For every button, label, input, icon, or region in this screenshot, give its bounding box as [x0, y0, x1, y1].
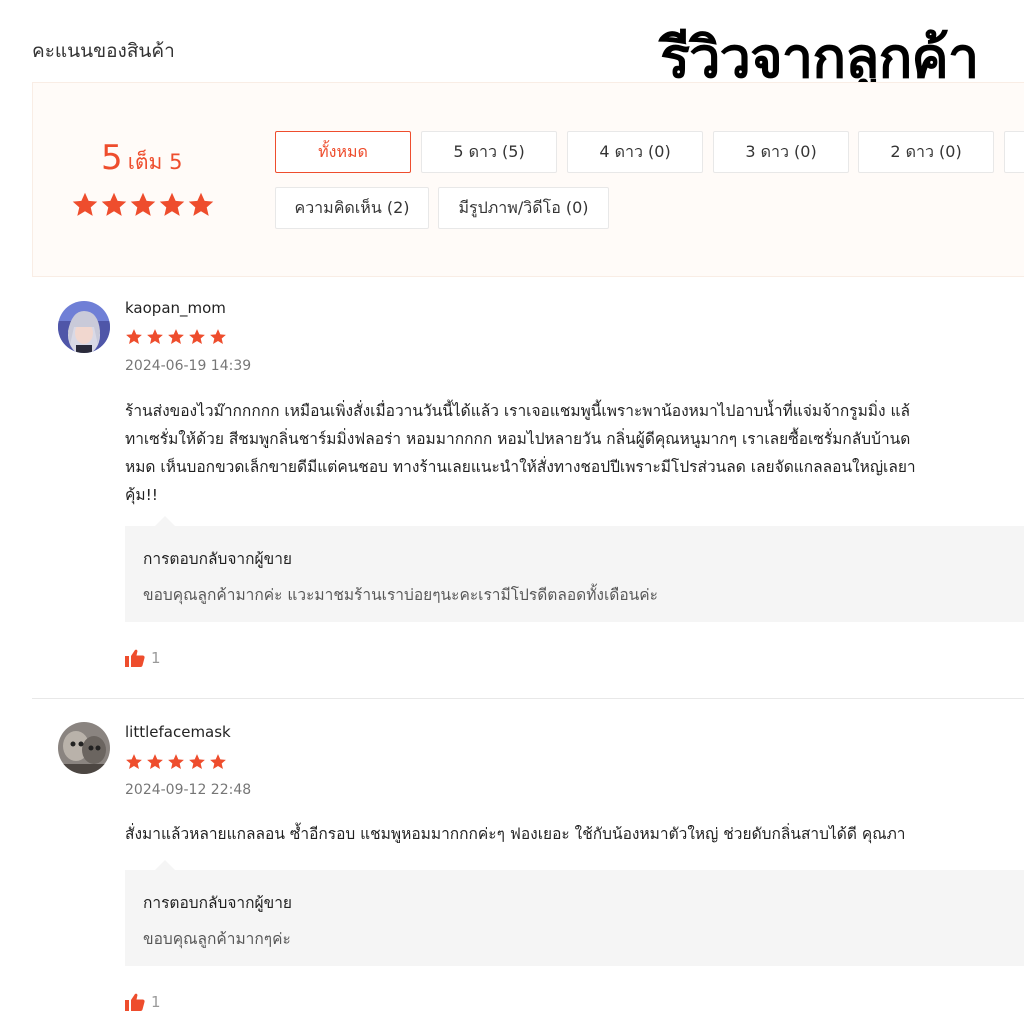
filter-5-stars[interactable]: 5 ดาว (5) — [421, 131, 557, 173]
star-icon — [126, 329, 142, 344]
star-icon — [147, 754, 163, 769]
filter-with-media[interactable]: มีรูปภาพ/วิดีโอ (0) — [438, 187, 609, 229]
review-datetime: 2024-09-12 22:48 — [125, 782, 252, 798]
score-value: 5 — [101, 138, 123, 178]
filter-all[interactable]: ทั้งหมด — [275, 131, 411, 173]
star-icon — [126, 754, 142, 769]
like-count: 1 — [151, 649, 161, 667]
comment-line: ร้านส่งของไวม๊ากกกกก เหมือนเพิ่งสั่งเมื่… — [125, 402, 911, 420]
reply-text: ขอบคุณลูกค้ามากๆค่ะ — [143, 930, 291, 948]
star-icon — [101, 192, 127, 216]
filter-4-stars[interactable]: 4 ดาว (0) — [567, 131, 703, 173]
filter-3-stars[interactable]: 3 ดาว (0) — [713, 131, 849, 173]
user-avatar-icon — [58, 301, 110, 353]
reply-text: ขอบคุณลูกค้ามากค่ะ แวะมาชมร้านเราบ่อยๆนะ… — [143, 586, 658, 604]
overall-score: 5 เต็ม 5 — [101, 138, 182, 179]
avatar[interactable] — [58, 301, 110, 353]
like-button[interactable]: 1 — [125, 649, 161, 667]
thumbs-up-icon — [125, 993, 145, 1011]
thumbs-up-icon — [125, 649, 145, 667]
comment-line: ทาเซรั่มให้ด้วย สีชมพูกลิ่นชาร์มมิ่งฟลอร… — [125, 430, 911, 448]
review-divider — [32, 698, 1024, 699]
user-avatar-icon — [58, 722, 110, 774]
comment-line: คุ้ม!! — [125, 486, 159, 504]
star-icon — [210, 754, 226, 769]
comment-line: สั่งมาแล้วหลายแกลลอน ซ้ำอีกรอบ แชมพูหอมม… — [125, 825, 906, 843]
star-icon — [168, 754, 184, 769]
score-suffix: เต็ม 5 — [127, 150, 183, 174]
review-stars — [125, 753, 227, 771]
star-icon — [189, 329, 205, 344]
star-icon — [147, 329, 163, 344]
rating-summary: 5 เต็ม 5 ทั้งหมด 5 ดาว (5) 4 ดาว (0) 3 ด… — [32, 82, 1024, 277]
seller-reply: การตอบกลับจากผู้ขาย ขอบคุณลูกค้ามากๆค่ะ — [125, 860, 1024, 966]
star-icon — [168, 329, 184, 344]
star-icon — [189, 754, 205, 769]
review-item: littlefacemask 2024-09-12 22:48 สั่งมาแล… — [32, 718, 1024, 1024]
review-comment: ร้านส่งของไวม๊ากกกกก เหมือนเพิ่งสั่งเมื่… — [125, 397, 1024, 509]
reply-arrow — [155, 860, 175, 870]
seller-reply: การตอบกลับจากผู้ขาย ขอบคุณลูกค้ามากค่ะ แ… — [125, 516, 1024, 622]
star-icon — [130, 192, 156, 216]
avatar[interactable] — [58, 722, 110, 774]
overall-stars — [71, 191, 215, 219]
review-item: kaopan_mom 2024-06-19 14:39 ร้านส่งของไว… — [32, 295, 1024, 695]
section-title: คะแนนของสินค้า — [32, 40, 175, 62]
review-datetime: 2024-06-19 14:39 — [125, 358, 252, 374]
filter-with-comments[interactable]: ความคิดเห็น (2) — [275, 187, 429, 229]
star-icon — [159, 192, 185, 216]
comment-line: หมด เห็นบอกขวดเล็กขายดีมีแต่คนชอบ ทางร้า… — [125, 458, 916, 476]
star-icon — [72, 192, 98, 216]
filter-2-stars[interactable]: 2 ดาว (0) — [858, 131, 994, 173]
star-icon — [188, 192, 214, 216]
reply-title: การตอบกลับจากผู้ขาย — [143, 894, 292, 912]
review-comment: สั่งมาแล้วหลายแกลลอน ซ้ำอีกรอบ แชมพูหอมม… — [125, 820, 1024, 848]
review-username: littlefacemask — [125, 723, 231, 741]
star-icon — [210, 329, 226, 344]
like-button[interactable]: 1 — [125, 993, 161, 1011]
review-username: kaopan_mom — [125, 299, 226, 317]
reply-title: การตอบกลับจากผู้ขาย — [143, 550, 292, 568]
overlay-banner-title: รีวิวจากลูกค้า — [660, 26, 979, 91]
reply-arrow — [155, 516, 175, 526]
review-stars — [125, 328, 227, 346]
like-count: 1 — [151, 993, 161, 1011]
filter-1-star-partial[interactable] — [1004, 131, 1024, 173]
